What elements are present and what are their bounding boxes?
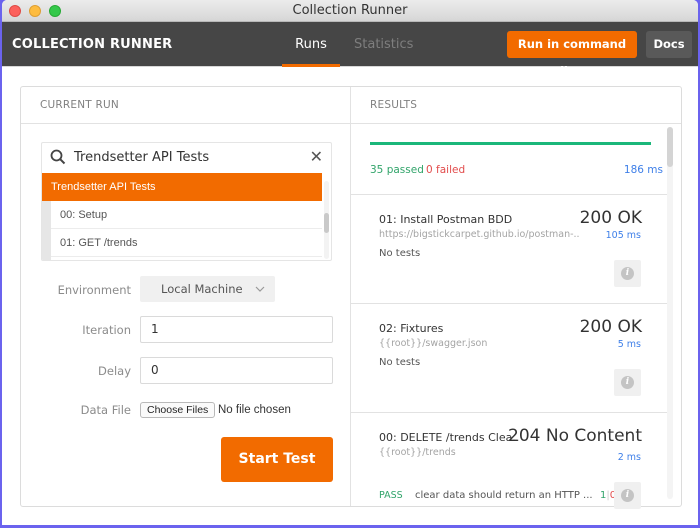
delay-label: Delay	[98, 364, 131, 378]
results-heading: RESULTS	[351, 87, 681, 124]
current-run-heading: CURRENT RUN	[21, 87, 350, 124]
request-url: {{root}}/swagger.json	[379, 338, 488, 349]
environment-value: Local Machine	[161, 282, 243, 296]
iteration-row: Iteration 1	[21, 316, 351, 344]
tab-runs[interactable]: Runs	[282, 22, 340, 67]
response-status: 200 OK	[579, 317, 642, 337]
picker-scrollbar-thumb[interactable]	[324, 213, 329, 233]
iteration-label: Iteration	[82, 323, 131, 337]
environment-label: Environment	[57, 283, 131, 297]
results-progress-bar	[370, 142, 651, 145]
tests-note: No tests	[379, 248, 421, 259]
environment-select[interactable]: Local Machine	[140, 276, 275, 302]
app-title: COLLECTION RUNNER	[12, 37, 173, 52]
runner-content: CURRENT RUN Trendsetter API Tests ✕ Tren…	[20, 86, 682, 509]
chevron-down-icon	[255, 286, 265, 292]
request-result[interactable]: 00: DELETE /trends Clea... {{root}}/tren…	[351, 414, 669, 509]
total-time: 186 ms	[623, 164, 663, 176]
info-icon: i	[621, 267, 634, 280]
results-summary	[351, 125, 669, 195]
results-scrollbar[interactable]	[667, 127, 673, 499]
response-time: 105 ms	[605, 230, 641, 241]
current-run-panel: CURRENT RUN Trendsetter API Tests ✕ Tren…	[21, 87, 351, 506]
test-description: clear data should return an HTTP ...	[415, 490, 593, 501]
request-result[interactable]: 01: Install Postman BDD https://bigstick…	[351, 196, 669, 304]
delay-input[interactable]: 0	[140, 357, 333, 384]
request-url: https://bigstickcarpet.github.io/postman…	[379, 229, 579, 240]
title-bar: Collection Runner	[2, 0, 698, 22]
folder-list-gutter	[42, 201, 51, 260]
close-icon[interactable]: ✕	[310, 149, 323, 165]
info-icon: i	[621, 376, 634, 389]
request-name: 00: DELETE /trends Clea...	[379, 431, 519, 444]
tests-note: No tests	[379, 357, 421, 368]
environment-row: Environment Local Machine	[21, 276, 351, 304]
results-panel: RESULTS 35 passed 0 failed 186 ms 01: In…	[351, 87, 681, 509]
request-info-button[interactable]: i	[614, 482, 641, 509]
failed-count: 0 failed	[426, 164, 466, 176]
folder-list: 00: Setup 01: GET /trends	[42, 201, 331, 260]
request-info-button[interactable]: i	[614, 369, 641, 396]
window-controls	[9, 5, 61, 17]
folder-item[interactable]: 01: GET /trends	[51, 229, 322, 257]
info-icon: i	[621, 489, 634, 502]
request-name: 02: Fixtures	[379, 322, 444, 335]
window-title: Collection Runner	[292, 3, 408, 18]
collection-runner-window: Collection Runner COLLECTION RUNNER Runs…	[2, 0, 698, 525]
docs-button[interactable]: Docs	[646, 31, 692, 58]
iteration-input[interactable]: 1	[140, 316, 333, 343]
request-result[interactable]: 02: Fixtures {{root}}/swagger.json 200 O…	[351, 305, 669, 413]
collection-search[interactable]: Trendsetter API Tests ✕	[42, 143, 331, 173]
tab-statistics[interactable]: Statistics	[340, 22, 427, 67]
search-icon	[50, 149, 66, 165]
start-test-button[interactable]: Start Test	[221, 437, 333, 482]
results-progress-fill	[370, 142, 651, 145]
response-status: 204 No Content	[508, 426, 642, 446]
app-header: COLLECTION RUNNER Runs Statistics Run in…	[2, 22, 698, 78]
request-name: 01: Install Postman BDD	[379, 213, 513, 226]
data-file-label: Data File	[80, 403, 131, 417]
request-info-button[interactable]: i	[614, 260, 641, 287]
response-status: 200 OK	[579, 208, 642, 228]
data-file-row: Data File Choose Files No file chosen	[21, 396, 351, 424]
collection-picker: Trendsetter API Tests ✕ Trendsetter API …	[41, 142, 332, 261]
maximize-window-button[interactable]	[49, 5, 61, 17]
response-time: 2 ms	[617, 452, 641, 463]
delay-row: Delay 0	[21, 357, 351, 385]
run-in-command-line-button[interactable]: Run in command line	[507, 31, 637, 78]
choose-files-button[interactable]: Choose Files	[140, 402, 216, 418]
collection-search-input[interactable]: Trendsetter API Tests	[74, 143, 209, 173]
request-url: {{root}}/trends	[379, 447, 456, 458]
selected-collection[interactable]: Trendsetter API Tests	[42, 173, 322, 201]
file-status: No file chosen	[218, 404, 291, 416]
minimize-window-button[interactable]	[29, 5, 41, 17]
passed-count: 35 passed	[370, 164, 424, 176]
response-time: 5 ms	[617, 339, 641, 350]
results-scrollbar-thumb[interactable]	[667, 127, 673, 167]
test-result-badge: PASS	[379, 490, 403, 501]
folder-item[interactable]: 00: Setup	[51, 201, 322, 229]
close-window-button[interactable]	[9, 5, 21, 17]
